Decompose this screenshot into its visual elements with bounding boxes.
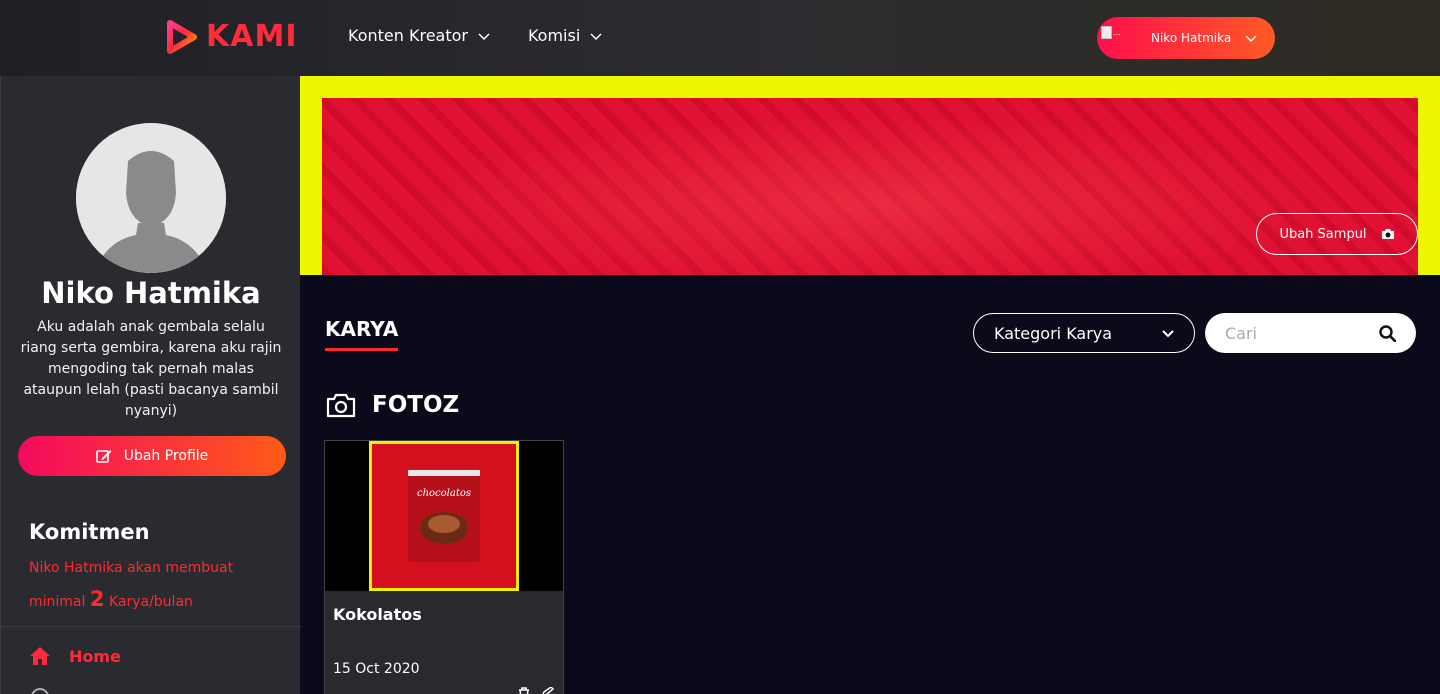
chevron-down-icon <box>590 32 602 40</box>
karya-card[interactable]: chocolatos Kokolatos 15 Oct 2020 <box>324 440 564 694</box>
card-image: chocolatos <box>369 441 519 591</box>
profile-name: Niko Hatmika <box>41 276 261 310</box>
sidebar-item-home-label: Home <box>69 646 121 666</box>
section-title: FOTOZ <box>372 392 460 418</box>
product-image: chocolatos <box>408 470 480 562</box>
search-box <box>1205 313 1416 353</box>
cover-image <box>322 98 1418 275</box>
card-date: 15 Oct 2020 <box>333 661 420 677</box>
broken-image-icon <box>1101 26 1112 39</box>
user-menu-button[interactable]: ... Niko Hatmika <box>1097 17 1275 59</box>
tab-active-underline <box>325 348 398 351</box>
sidebar-item-home[interactable]: Home <box>29 646 121 666</box>
sidebar-item-icon[interactable] <box>31 688 49 694</box>
edit-profile-label: Ubah Profile <box>123 448 209 464</box>
product-label: chocolatos <box>417 488 471 499</box>
profile-bio: Aku adalah anak gembala selalu riang ser… <box>20 319 282 419</box>
section-header: FOTOZ <box>326 392 459 418</box>
camera-icon <box>326 393 356 418</box>
delete-icon[interactable] <box>517 687 531 694</box>
edit-profile-button[interactable]: Ubah Profile <box>18 436 286 476</box>
commitment-text-after: Karya/bulan <box>108 594 193 610</box>
commitment-title: Komitmen <box>29 520 150 544</box>
camera-icon <box>1381 229 1394 239</box>
chevron-down-icon <box>478 32 490 40</box>
tab-karya[interactable]: KARYA <box>325 317 398 341</box>
profile-avatar <box>76 123 226 273</box>
card-actions <box>517 687 555 694</box>
sidebar-divider <box>1 626 301 627</box>
user-avatar: ... <box>1101 24 1129 52</box>
category-select-label: Kategori Karya <box>994 323 1113 343</box>
card-title: Kokolatos <box>333 605 422 624</box>
nav-konten-kreator[interactable]: Konten Kreator <box>348 26 490 45</box>
nav-konten-kreator-label: Konten Kreator <box>348 26 468 45</box>
main-nav: Konten Kreator Komisi <box>348 26 602 45</box>
play-logo-icon <box>167 19 197 54</box>
brand-name: KAMI <box>206 19 298 54</box>
profile-sidebar: Niko Hatmika Aku adalah anak gembala sel… <box>0 76 301 694</box>
kami-logo[interactable]: KAMI <box>166 19 297 54</box>
change-cover-label: Ubah Sampul <box>1279 226 1367 242</box>
home-icon <box>30 647 50 665</box>
top-navbar: KAMI Konten Kreator Komisi ... Niko Hatm… <box>0 0 1440 76</box>
chevron-down-icon <box>1245 35 1257 43</box>
search-icon[interactable] <box>1379 324 1396 342</box>
nav-komisi[interactable]: Komisi <box>528 26 602 45</box>
commitment-count: 2 <box>89 587 105 611</box>
nav-komisi-label: Komisi <box>527 26 581 45</box>
user-avatar-alt: ... <box>1113 28 1121 37</box>
card-thumbnail: chocolatos <box>325 441 563 591</box>
default-avatar-icon <box>76 123 226 273</box>
edit-icon <box>95 450 112 463</box>
change-cover-button[interactable]: Ubah Sampul <box>1256 213 1418 255</box>
edit-icon[interactable] <box>541 687 555 694</box>
cover-banner: Ubah Sampul <box>300 76 1440 275</box>
user-menu-name: Niko Hatmika <box>1151 31 1232 45</box>
category-select[interactable]: Kategori Karya <box>973 313 1195 353</box>
chevron-down-icon <box>1162 330 1174 338</box>
commitment-text: Niko Hatmika akan membuat minimal 2 Kary… <box>29 553 279 618</box>
search-input[interactable] <box>1225 323 1370 343</box>
